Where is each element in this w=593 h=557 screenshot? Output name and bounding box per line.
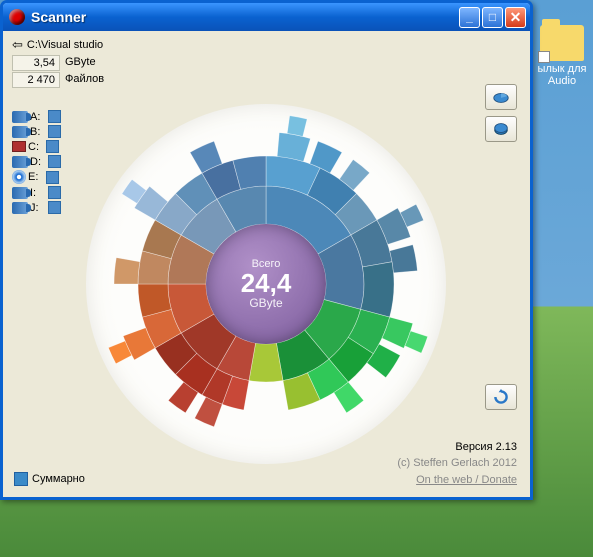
drive-scan-button[interactable] (48, 201, 61, 214)
drive-list: A: B: C: D: E: I: J: (12, 110, 61, 216)
drive-D[interactable]: D: (12, 155, 61, 168)
drive-J[interactable]: J: (12, 201, 61, 214)
chart-options-button[interactable] (485, 84, 517, 110)
drive-label: D: (30, 156, 48, 168)
window-title: Scanner (31, 9, 457, 25)
summary-label: Суммарно (32, 473, 85, 485)
scanner-window: Scanner _ □ ✕ ⇦ C:\Visual studio 3,54 GB… (0, 0, 533, 500)
chart-segment[interactable] (277, 133, 310, 162)
folder-icon: ↗ (540, 25, 584, 61)
maximize-button[interactable]: □ (482, 7, 503, 28)
chart-segment[interactable] (361, 262, 394, 317)
refresh-button[interactable] (485, 384, 517, 410)
cd-drive-icon (12, 170, 26, 184)
drive-scan-button[interactable] (46, 140, 59, 153)
drive-B[interactable]: B: (12, 125, 61, 138)
drive-scan-button[interactable] (48, 125, 61, 138)
size-row: 3,54 GByte (6, 55, 527, 71)
desktop-label: ылык для (537, 63, 587, 75)
summary-toggle[interactable]: Суммарно (14, 472, 85, 486)
chart-segment[interactable] (287, 116, 307, 137)
drive-label: A: (30, 111, 48, 123)
drive-A[interactable]: A: (12, 110, 61, 123)
drive-scan-button[interactable] (48, 110, 61, 123)
hdd-icon (12, 111, 28, 123)
app-icon (9, 9, 25, 25)
hdd-icon (12, 202, 28, 214)
chart-segment[interactable] (114, 258, 140, 284)
right-buttons (485, 84, 517, 148)
hdd-icon (12, 126, 28, 138)
drive-label: J: (30, 202, 48, 214)
desktop-shortcut[interactable]: ↗ ылык для Audio (537, 25, 587, 87)
hdd-icon (12, 187, 28, 199)
drive-label: E: (28, 171, 46, 183)
up-icon[interactable]: ⇦ (12, 37, 23, 53)
chart-center[interactable]: Всего 24,4 GByte (206, 224, 326, 344)
drive-selected-icon (12, 141, 26, 152)
website-link[interactable]: On the web / Donate (397, 472, 517, 489)
drive-label: C: (28, 141, 46, 153)
version-label: Версия 2.13 (397, 439, 517, 456)
minimize-button[interactable]: _ (459, 7, 480, 28)
drive-scan-button[interactable] (48, 155, 61, 168)
summary-color-box (14, 472, 28, 486)
sunburst-chart[interactable]: Всего 24,4 GByte (66, 84, 466, 484)
footer: Версия 2.13 (c) Steffen Gerlach 2012 On … (397, 439, 517, 489)
center-value: 24,4 (241, 270, 292, 296)
files-value: 2 470 (12, 72, 60, 88)
hdd-icon (12, 156, 28, 168)
drive-I[interactable]: I: (12, 186, 61, 199)
center-label: Всего (252, 258, 281, 270)
drive-label: B: (30, 126, 48, 138)
client-area: ⇦ C:\Visual studio 3,54 GByte 2 470 Файл… (6, 34, 527, 494)
current-path: C:\Visual studio (27, 39, 103, 51)
size-unit: GByte (63, 55, 98, 71)
size-value: 3,54 (12, 55, 60, 71)
drive-scan-button[interactable] (46, 171, 59, 184)
drive-scan-button[interactable] (48, 186, 61, 199)
chart-segment[interactable] (390, 245, 418, 273)
desktop-label: Audio (537, 75, 587, 87)
close-button[interactable]: ✕ (505, 7, 526, 28)
drive-C[interactable]: C: (12, 140, 61, 153)
drive-label: I: (30, 187, 48, 199)
titlebar[interactable]: Scanner _ □ ✕ (3, 3, 530, 31)
drive-E[interactable]: E: (12, 170, 61, 184)
center-unit: GByte (249, 296, 282, 310)
settings-button[interactable] (485, 116, 517, 142)
copyright-label: (c) Steffen Gerlach 2012 (397, 455, 517, 472)
path-row: ⇦ C:\Visual studio (6, 34, 527, 55)
